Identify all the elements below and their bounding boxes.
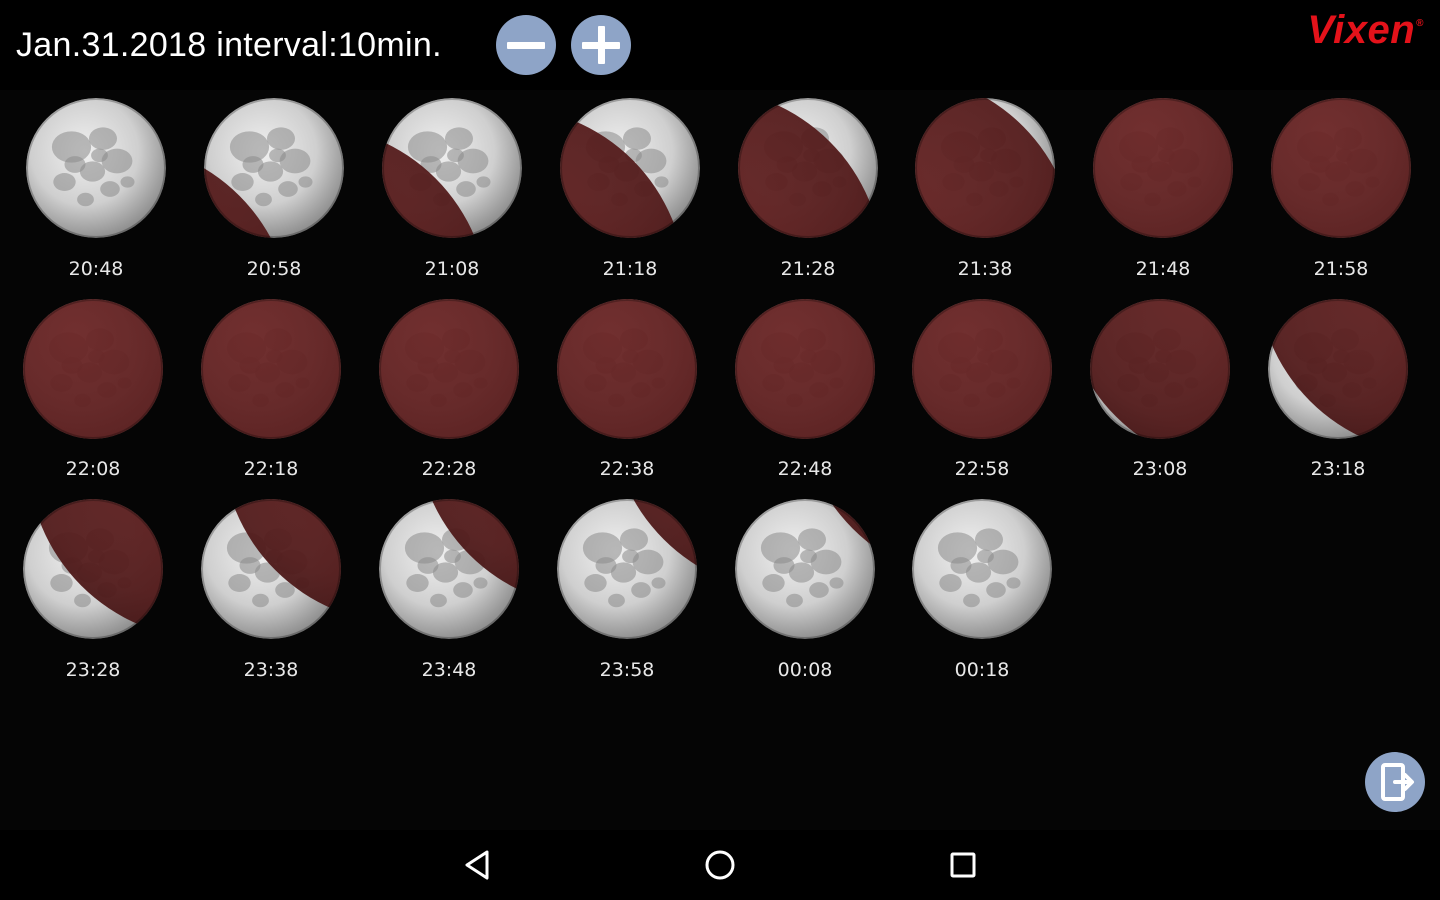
moon-time-label: 21:18 <box>602 258 658 280</box>
moon-phase-23-48 <box>379 499 519 639</box>
moon-time-label: 22:28 <box>421 458 477 480</box>
home-button[interactable] <box>699 844 741 886</box>
moon-time-label: 23:48 <box>421 659 477 681</box>
moon-time-label: 20:58 <box>246 258 302 280</box>
moon-icon <box>26 98 166 238</box>
moon-time-label: 22:38 <box>599 458 655 480</box>
moon-icon <box>912 499 1052 639</box>
moon-time-label: 22:48 <box>777 458 833 480</box>
moon-icon <box>560 98 700 238</box>
moon-phase-00-18 <box>912 499 1052 639</box>
brand-name: Vixen <box>1307 8 1416 52</box>
moon-icon <box>735 299 875 439</box>
moon-time-label: 22:08 <box>65 458 121 480</box>
decrease-interval-button[interactable] <box>496 15 556 75</box>
moon-phase-21-18 <box>560 98 700 238</box>
moon-phase-23-58 <box>557 499 697 639</box>
moon-time-label: 22:18 <box>243 458 299 480</box>
moon-phase-23-28 <box>23 499 163 639</box>
moon-icon <box>23 499 163 639</box>
moon-icon <box>915 98 1055 238</box>
moon-icon <box>735 499 875 639</box>
moon-time-label: 21:38 <box>957 258 1013 280</box>
moon-time-label: 00:18 <box>954 659 1010 681</box>
moon-time-label: 20:48 <box>68 258 124 280</box>
recents-button[interactable] <box>942 844 984 886</box>
moon-phase-22-48 <box>735 299 875 439</box>
moon-icon <box>201 499 341 639</box>
moon-icon <box>1271 98 1411 238</box>
back-triangle-icon <box>465 850 489 880</box>
moon-time-label: 23:58 <box>599 659 655 681</box>
moon-icon <box>204 98 344 238</box>
moon-time-label: 21:28 <box>780 258 836 280</box>
moon-icon <box>379 299 519 439</box>
moon-time-label: 00:08 <box>777 659 833 681</box>
moon-icon <box>382 98 522 238</box>
moon-phase-23-08 <box>1090 299 1230 439</box>
moon-icon <box>379 499 519 639</box>
moon-phase-20-48 <box>26 98 166 238</box>
vixen-logo: Vixen® <box>1307 8 1424 53</box>
moon-time-label: 21:58 <box>1313 258 1369 280</box>
moon-time-label: 22:58 <box>954 458 1010 480</box>
back-button[interactable] <box>457 844 499 886</box>
moon-icon <box>912 299 1052 439</box>
moon-time-label: 23:08 <box>1132 458 1188 480</box>
moon-phase-22-08 <box>23 299 163 439</box>
moon-phase-21-58 <box>1271 98 1411 238</box>
moon-phase-21-38 <box>915 98 1055 238</box>
exit-button[interactable] <box>1365 752 1425 812</box>
moon-icon <box>1268 299 1408 439</box>
moon-icon <box>738 98 878 238</box>
moon-icon <box>23 299 163 439</box>
increase-interval-button[interactable] <box>571 15 631 75</box>
moon-time-label: 23:28 <box>65 659 121 681</box>
moon-phase-21-08 <box>382 98 522 238</box>
moon-time-label: 21:08 <box>424 258 480 280</box>
moon-phase-23-38 <box>201 499 341 639</box>
moon-phase-22-38 <box>557 299 697 439</box>
plus-icon <box>582 26 620 64</box>
moon-icon <box>201 299 341 439</box>
moon-time-label: 23:38 <box>243 659 299 681</box>
moon-icon <box>557 499 697 639</box>
home-circle-icon <box>705 850 735 880</box>
moon-phase-23-18 <box>1268 299 1408 439</box>
moon-phase-22-18 <box>201 299 341 439</box>
minus-icon <box>507 42 545 49</box>
moon-phase-22-58 <box>912 299 1052 439</box>
date-interval-title: Jan.31.2018 interval:10min. <box>16 26 442 64</box>
moon-phase-21-28 <box>738 98 878 238</box>
moon-icon <box>557 299 697 439</box>
top-bar: Jan.31.2018 interval:10min. Vixen® <box>0 0 1440 90</box>
moon-phase-22-28 <box>379 299 519 439</box>
exit-door-icon <box>1381 763 1414 801</box>
moon-time-label: 23:18 <box>1310 458 1366 480</box>
system-navigation-bar <box>0 830 1440 900</box>
moon-icon <box>1090 299 1230 439</box>
moon-phase-21-48 <box>1093 98 1233 238</box>
brand-registered-mark: ® <box>1416 18 1424 29</box>
moon-time-label: 21:48 <box>1135 258 1191 280</box>
recents-square-icon <box>950 852 976 878</box>
moon-phase-20-58 <box>204 98 344 238</box>
moon-icon <box>1093 98 1233 238</box>
moon-phase-00-08 <box>735 499 875 639</box>
